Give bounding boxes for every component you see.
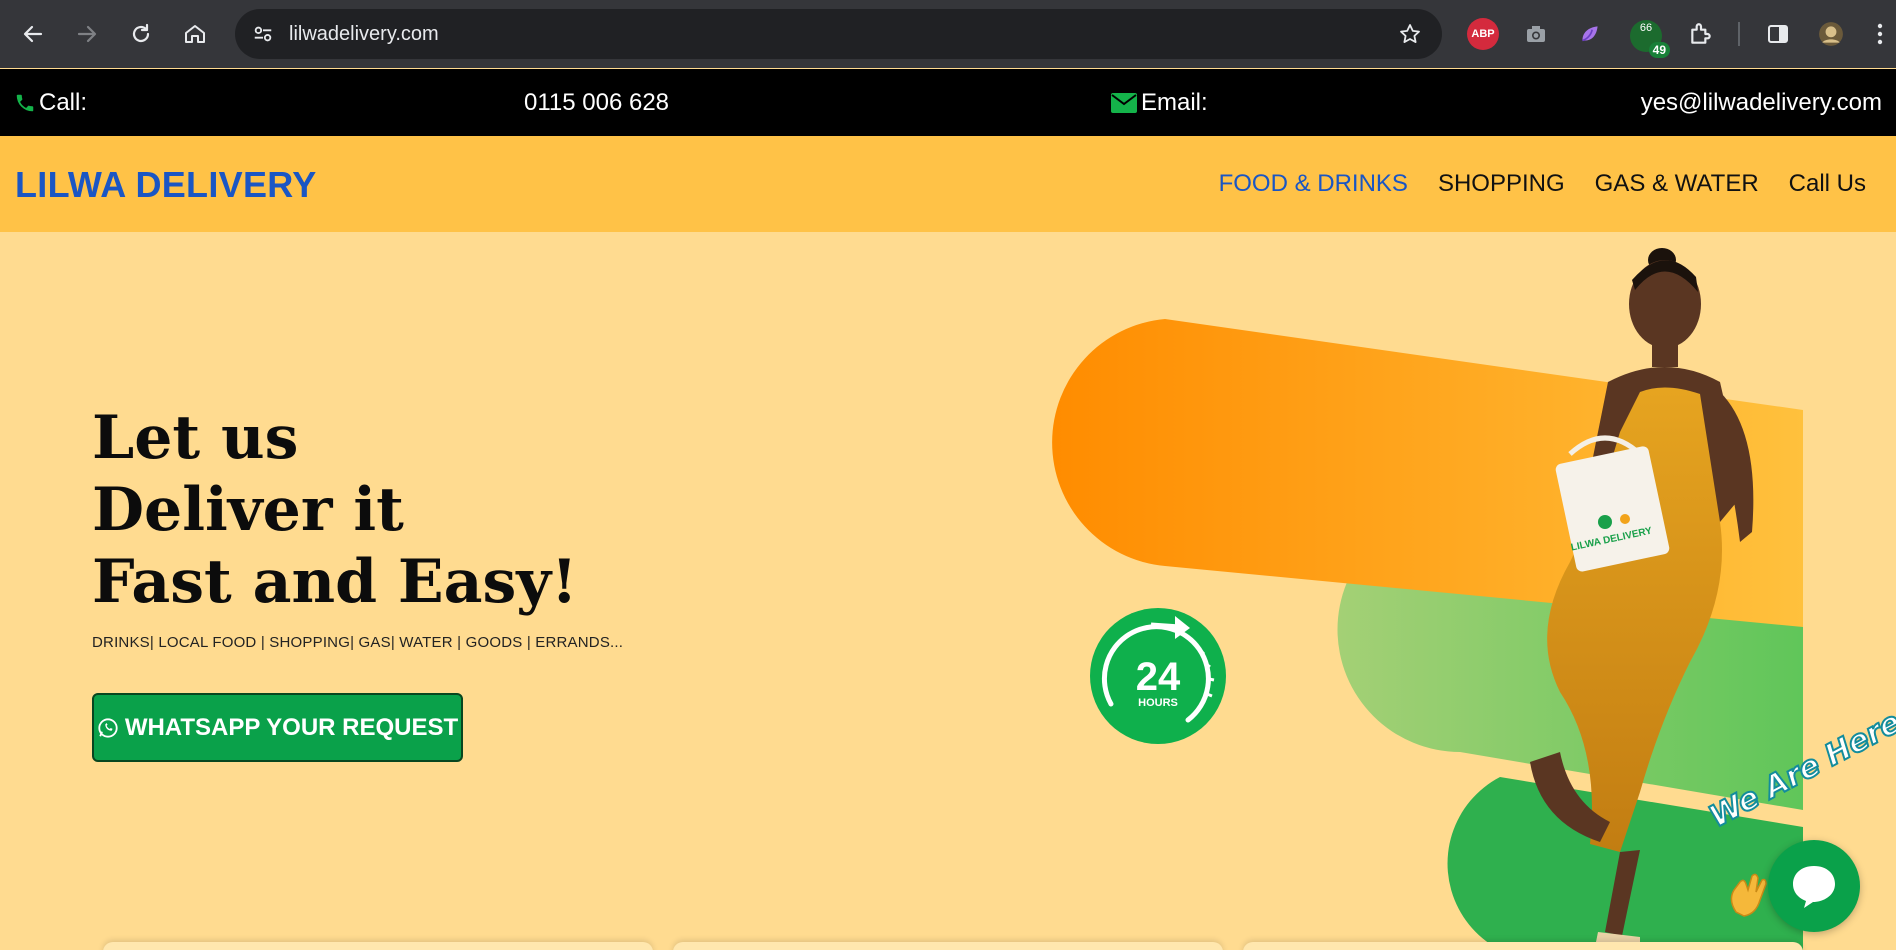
phone-number-link[interactable]: 0115 006 628: [524, 89, 669, 117]
email-label: Email:: [1141, 89, 1208, 116]
chat-bubble-icon: [1793, 866, 1835, 908]
phone-number[interactable]: 0115 006 628: [524, 89, 669, 117]
phone-icon: [16, 94, 34, 112]
headline-line-2: Deliver it: [92, 475, 404, 545]
call-info: Call:: [14, 89, 87, 117]
whatsapp-request-button[interactable]: WHATSAPP YOUR REQUEST: [92, 693, 463, 762]
browser-toolbar: lilwadelivery.com ABP 66 49: [0, 0, 1896, 68]
menu-food-drinks[interactable]: FOOD & DRINKS: [1219, 170, 1408, 198]
badge-bottom-count: 49: [1648, 42, 1670, 58]
contact-strip: Call: 0115 006 628 Email: yes@lilwadeliv…: [0, 69, 1896, 136]
gradient-extension-icon[interactable]: [1574, 18, 1606, 50]
service-card-1-peek: [103, 942, 653, 950]
headline-line-1: Let us: [92, 403, 299, 473]
waving-hand-icon: [1730, 873, 1767, 917]
counter-extension-icon[interactable]: 66 49: [1630, 20, 1670, 58]
hero-headline: Let us Deliver it Fast and Easy!: [92, 402, 578, 618]
adblock-extension-icon[interactable]: ABP: [1467, 18, 1499, 50]
profile-avatar-icon[interactable]: [1815, 18, 1847, 50]
menu-call-us[interactable]: Call Us: [1789, 170, 1866, 198]
extensions-puzzle-icon[interactable]: [1685, 18, 1717, 50]
hero-section: 24 HOURS LILWA DELIVERY Let us Deliver i…: [0, 232, 1896, 950]
email-address[interactable]: yes@lilwadelivery.com: [1641, 89, 1882, 117]
envelope-icon: [1111, 93, 1137, 113]
headline-line-3: Fast and Easy!: [92, 547, 578, 617]
badge-number: 24: [1136, 655, 1181, 699]
back-arrow-icon: [23, 25, 43, 43]
menu-gas-water[interactable]: GAS & WATER: [1595, 170, 1759, 198]
whatsapp-button-label: WHATSAPP YOUR REQUEST: [124, 713, 459, 741]
whatsapp-icon: [98, 717, 118, 738]
camera-extension-icon[interactable]: [1520, 18, 1552, 50]
home-icon: [185, 25, 205, 43]
badge-unit: HOURS: [1138, 697, 1178, 709]
service-card-2-peek: [673, 942, 1223, 950]
reload-button[interactable]: [116, 9, 166, 59]
24-hours-badge: 24 HOURS: [1090, 608, 1226, 744]
call-label: Call:: [39, 89, 88, 116]
main-menu: FOOD & DRINKS SHOPPING GAS & WATER Call …: [1189, 170, 1866, 198]
email-info: Email:: [1111, 89, 1208, 117]
home-button[interactable]: [170, 9, 220, 59]
reload-icon: [132, 23, 150, 43]
address-bar[interactable]: lilwadelivery.com: [235, 9, 1442, 59]
forward-arrow-icon: [77, 25, 97, 43]
service-card-3-peek: [1243, 942, 1803, 950]
site-logo[interactable]: LILWA DELIVERY: [15, 164, 317, 206]
site-header: LILWA DELIVERY FOOD & DRINKS SHOPPING GA…: [0, 136, 1896, 232]
badge-top-count: 66: [1639, 22, 1653, 34]
bookmark-star-icon[interactable]: [1398, 22, 1422, 51]
browser-menu-icon[interactable]: [1870, 18, 1890, 50]
side-panel-icon[interactable]: [1762, 18, 1794, 50]
forward-button[interactable]: [62, 9, 112, 59]
url-text[interactable]: lilwadelivery.com: [289, 23, 439, 46]
site-info-icon[interactable]: [243, 14, 283, 54]
abp-label: ABP: [1471, 28, 1495, 40]
services-tagline: DRINKS| LOCAL FOOD | SHOPPING| GAS| WATE…: [92, 634, 624, 651]
back-button[interactable]: [8, 9, 58, 59]
toolbar-divider: [1738, 22, 1740, 46]
menu-shopping[interactable]: SHOPPING: [1438, 170, 1565, 198]
chat-button[interactable]: [1768, 840, 1860, 932]
email-link[interactable]: yes@lilwadelivery.com: [1641, 89, 1882, 117]
